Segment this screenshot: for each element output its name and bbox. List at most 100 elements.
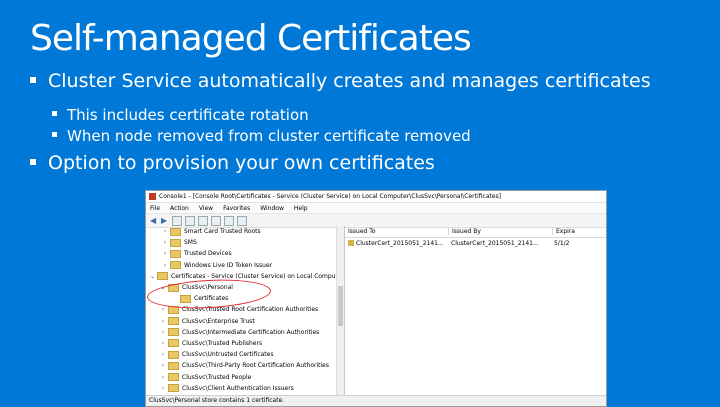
slide-title: Self-managed Certificates — [30, 18, 472, 59]
back-arrow-icon[interactable]: ◀ — [150, 216, 158, 225]
tree-node-label: ClusSvc\Enterprise Trust — [182, 317, 255, 325]
expand-arrow-icon[interactable]: › — [160, 340, 166, 347]
tree-node-label: Windows Live ID Token Issuer — [184, 261, 273, 269]
cell-issued-to-text: ClusterCert_2015051_2141... — [356, 239, 444, 247]
certificates-snapin-icon — [157, 272, 169, 281]
tree-node-label: Certificates — [194, 295, 229, 303]
expand-arrow-icon[interactable]: › — [160, 329, 166, 336]
tree-node-client-auth-issuers[interactable]: › ClusSvc\Client Authentication Issuers — [146, 383, 344, 394]
tree-node-trusted-root-ca[interactable]: › ClusSvc\Trusted Root Certification Auth… — [146, 304, 344, 315]
tree-node-label: ClusSvc\Client Authentication Issuers — [182, 384, 294, 392]
tree-node-label: SMS — [184, 239, 197, 247]
menu-file[interactable]: File — [150, 205, 160, 212]
bullet-text: Option to provision your own certificate… — [48, 152, 435, 174]
menu-help[interactable]: Help — [294, 205, 308, 212]
expand-arrow-icon[interactable]: › — [160, 351, 166, 358]
content-panes: › Smart Card Trusted Roots › SMS › Trusted … — [146, 226, 606, 396]
tree-node-service-certificates[interactable]: ⌄ Certificates - Service (Cluster Service… — [146, 271, 344, 282]
tree-node-label: ClusSvc\Trusted People — [182, 373, 252, 381]
mmc-window: Console1 - [Console Root\Certificates - … — [145, 190, 607, 407]
tree-node-trusted-devices[interactable]: › Trusted Devices — [146, 248, 344, 259]
tree-node-intermediate-ca[interactable]: › ClusSvc\Intermediate Certification Auth… — [146, 327, 344, 338]
expand-arrow-icon[interactable]: › — [160, 306, 166, 313]
folder-icon — [180, 294, 191, 303]
folder-icon — [168, 384, 179, 393]
certificate-row[interactable]: ClusterCert_2015051_2141... ClusterCert_… — [345, 238, 606, 248]
tree-node-label: ClusSvc\Trusted Publishers — [182, 339, 263, 347]
menu-favorites[interactable]: Favorites — [223, 205, 250, 212]
tree-node-label: ClusSvc\Intermediate Certification Autho… — [182, 328, 320, 336]
collapse-arrow-icon[interactable]: ⌄ — [150, 273, 155, 280]
tree-scrollbar[interactable] — [336, 226, 344, 396]
expand-arrow-icon[interactable]: › — [160, 318, 166, 325]
tree-node-label: Smart Card Trusted Roots — [184, 228, 261, 236]
bullet-marker — [30, 76, 36, 83]
column-issued-to[interactable]: Issued To — [345, 228, 449, 235]
menu-bar: File Action View Favorites Window Help — [146, 203, 606, 214]
forward-arrow-icon[interactable]: ▶ — [161, 216, 169, 225]
cell-issued-by: ClusterCert_2015051_2141... — [451, 239, 539, 247]
expand-arrow-icon[interactable]: › — [160, 385, 166, 392]
folder-icon — [168, 305, 179, 314]
tree-node-personal-certificates[interactable]: Certificates — [146, 293, 344, 304]
folder-icon — [168, 350, 179, 359]
bullet-text: When node removed from cluster certifica… — [67, 127, 471, 145]
folder-icon — [168, 317, 179, 326]
folder-icon — [168, 328, 179, 337]
bullet-text: This includes certificate rotation — [67, 106, 309, 124]
menu-window[interactable]: Window — [260, 205, 284, 212]
tree-node-label: ClusSvc\Third-Party Root Certification A… — [182, 362, 329, 370]
collapse-arrow-icon[interactable]: ⌄ — [160, 284, 166, 291]
up-folder-icon[interactable] — [172, 215, 182, 226]
copy-icon[interactable] — [198, 215, 208, 226]
column-expiration[interactable]: Expira — [553, 228, 596, 235]
bullet-text: Cluster Service automatically creates an… — [48, 70, 651, 92]
delete-icon[interactable] — [211, 215, 221, 226]
scrollbar-thumb[interactable] — [338, 286, 343, 326]
tree-node-trusted-people[interactable]: › ClusSvc\Trusted People — [146, 371, 344, 382]
tree-node-live-id-issuer[interactable]: › Windows Live ID Token Issuer — [146, 260, 344, 271]
console-tree: › Smart Card Trusted Roots › SMS › Trusted … — [146, 226, 345, 396]
bullet-item: Cluster Service automatically creates an… — [30, 70, 651, 92]
tree-node-third-party-root-ca[interactable]: › ClusSvc\Third-Party Root Certification … — [146, 360, 344, 371]
menu-view[interactable]: View — [199, 205, 213, 212]
menu-action[interactable]: Action — [170, 205, 189, 212]
expand-arrow-icon[interactable]: › — [160, 374, 166, 381]
tree-node-label: Certificates - Service (Cluster Service)… — [171, 272, 345, 280]
expand-arrow-icon[interactable]: › — [162, 239, 168, 246]
expand-arrow-icon[interactable]: › — [160, 362, 166, 369]
expand-arrow-icon[interactable]: › — [162, 228, 168, 235]
tree-node-label: ClusSvc\Untrusted Certificates — [182, 351, 274, 359]
expand-arrow-icon[interactable]: › — [162, 262, 168, 269]
tree-node-label: Trusted Devices — [184, 250, 232, 258]
folder-icon — [168, 373, 179, 382]
show-hide-tree-icon[interactable] — [185, 215, 195, 226]
tree-node-enterprise-trust[interactable]: › ClusSvc\Enterprise Trust — [146, 316, 344, 327]
bullet-item: Option to provision your own certificate… — [30, 152, 435, 174]
certificate-list: Issued To Issued By Expira ClusterCert_2… — [345, 226, 606, 396]
window-title: Console1 - [Console Root\Certificates - … — [159, 193, 501, 200]
help-icon[interactable] — [237, 215, 247, 226]
tree-node-trusted-publishers[interactable]: › ClusSvc\Trusted Publishers — [146, 338, 344, 349]
cell-issued-to: ClusterCert_2015051_2141... — [345, 240, 448, 247]
properties-icon[interactable] — [224, 215, 234, 226]
tree-node-untrusted-certificates[interactable]: › ClusSvc\Untrusted Certificates — [146, 349, 344, 360]
tree-node-smart-card-roots[interactable]: › Smart Card Trusted Roots — [146, 226, 344, 237]
tree-node-sms[interactable]: › SMS — [146, 237, 344, 248]
folder-open-icon — [168, 283, 179, 292]
certificate-icon — [348, 240, 354, 246]
mmc-app-icon — [149, 193, 156, 200]
folder-icon — [170, 227, 181, 236]
window-titlebar[interactable]: Console1 - [Console Root\Certificates - … — [146, 191, 606, 203]
tree-node-clussvc-personal[interactable]: ⌄ ClusSvc\Personal — [146, 282, 344, 293]
status-bar: ClusSvc\Personal store contains 1 certif… — [146, 395, 606, 406]
expand-arrow-icon[interactable]: › — [162, 250, 168, 257]
cell-expiration: 5/1/2 — [554, 239, 570, 247]
tree-node-label: ClusSvc\Personal — [182, 284, 233, 292]
folder-icon — [170, 249, 181, 258]
list-header: Issued To Issued By Expira — [345, 226, 606, 238]
tree-node-label: ClusSvc\Trusted Root Certification Autho… — [182, 306, 319, 314]
column-issued-by[interactable]: Issued By — [449, 228, 553, 235]
sub-bullet-item: This includes certificate rotation — [52, 106, 309, 124]
sub-bullet-item: When node removed from cluster certifica… — [52, 127, 471, 145]
